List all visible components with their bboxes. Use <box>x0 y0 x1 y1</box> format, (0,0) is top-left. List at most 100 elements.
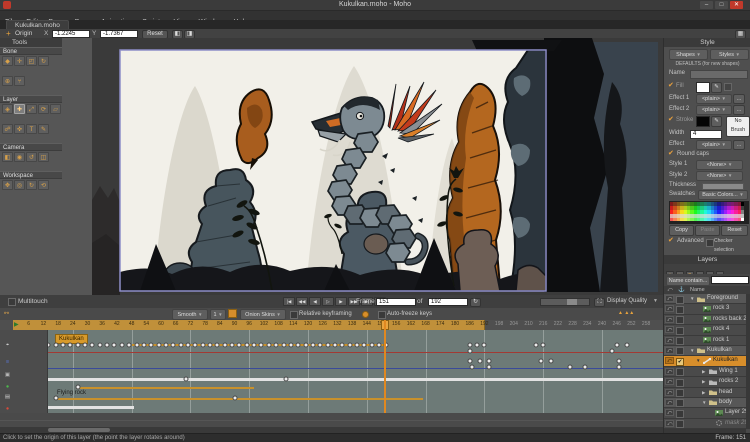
set-origin-tool[interactable]: ✜ <box>14 124 25 134</box>
bone-keyframe[interactable] <box>281 342 286 348</box>
origin-x-input[interactable]: -1.2245 <box>52 30 90 38</box>
bone-keyframe[interactable] <box>317 342 323 348</box>
zoom-workspace-tool[interactable]: ◎ <box>14 180 25 190</box>
jump-start-button[interactable]: |◀ <box>283 297 295 306</box>
layer-row-kukulkan[interactable]: ⤺ ✔ ▼ Kukulkan <box>664 356 746 367</box>
blue-channel-keyframe[interactable] <box>582 364 588 370</box>
layer-visibility-checkbox[interactable] <box>676 326 684 335</box>
reset-style-button[interactable]: Reset <box>721 225 748 236</box>
bone-keyframe[interactable] <box>97 342 103 348</box>
layer-row-body[interactable]: ⤺ ▼ body <box>664 397 746 409</box>
collapse-triangle-icon[interactable]: ▼ <box>690 346 694 355</box>
bone-keyframe[interactable] <box>229 342 235 348</box>
style2-dropdown[interactable]: <None> ▼ <box>696 171 743 181</box>
thickness-slider[interactable] <box>702 183 744 190</box>
bone-keyframe[interactable] <box>533 342 539 348</box>
bone-keyframe[interactable] <box>207 342 213 348</box>
layer-visibility-checkbox[interactable] <box>676 316 684 325</box>
viewport[interactable] <box>92 38 663 295</box>
link-icon[interactable]: ⚯ <box>4 310 9 317</box>
checker-selection-checkbox[interactable] <box>706 239 714 247</box>
bone-keyframe[interactable] <box>134 342 139 348</box>
flip-layer-icon[interactable]: ⤺ <box>665 419 674 427</box>
bone-keyframe[interactable] <box>540 342 546 348</box>
bone-keyframe[interactable] <box>481 342 487 348</box>
bone-keyframe[interactable] <box>474 342 480 348</box>
white-channel-keyframe[interactable] <box>283 376 289 382</box>
onion-skins-dropdown[interactable]: Onion Skins ▼ <box>240 309 286 320</box>
layer-row-rock-1[interactable]: ⤺ rock 1 <box>664 335 746 346</box>
bone-keyframe[interactable] <box>170 342 176 348</box>
stroke-checkbox[interactable]: ✔ <box>668 116 674 124</box>
bone-keyframe[interactable] <box>141 342 147 348</box>
timeline-ruler[interactable]: ▶ 6 12 18 24 30 36 42 48 54 60 66 72 78 84 90 96 102 108 1… <box>0 320 663 330</box>
bone-keyframe[interactable] <box>126 342 132 348</box>
switch-keyframe[interactable] <box>616 358 622 364</box>
stroke-effect-dropdown[interactable]: <plain> ▼ <box>696 140 732 150</box>
bone-keyframe[interactable] <box>614 342 620 348</box>
fill-checkbox[interactable]: ✔ <box>668 82 674 90</box>
effect2-options-button[interactable]: ... <box>733 105 745 115</box>
pan-tilt-camera-tool[interactable]: ◫ <box>38 152 49 162</box>
layer-visibility-checkbox[interactable] <box>676 337 684 346</box>
rotate-layer-tool[interactable]: ⟳ <box>38 104 49 114</box>
switch-keyframe[interactable] <box>467 358 473 364</box>
scale-bone-tool[interactable]: ◰ <box>26 56 37 66</box>
transform-layer-tool[interactable]: ◈ <box>2 104 13 114</box>
end-frame-input[interactable]: 192 <box>428 297 468 306</box>
pan-workspace-tool[interactable]: ✥ <box>2 180 13 190</box>
bone-keyframe[interactable] <box>258 342 264 348</box>
effect1-options-button[interactable]: ... <box>733 94 745 104</box>
bone-keyframe[interactable] <box>295 342 301 348</box>
blue-channel-keyframe[interactable] <box>567 364 573 370</box>
effect1-dropdown[interactable]: <plain> ▼ <box>696 94 732 104</box>
bone-keyframe[interactable] <box>288 342 294 348</box>
current-frame-input[interactable]: 151 <box>376 297 416 306</box>
layer-channel-icon[interactable]: ▤ <box>3 394 12 401</box>
switch-keyframe[interactable] <box>538 358 544 364</box>
maximize-button[interactable]: □ <box>715 1 728 9</box>
layer-row-layer-29[interactable]: ⤺ Layer 29 <box>664 408 746 419</box>
timeline-scrollbar-thumb[interactable] <box>48 428 110 432</box>
display-quality-arrow-icon[interactable]: ▼ <box>653 295 658 308</box>
collapse-triangle-icon[interactable]: ▼ <box>690 294 694 303</box>
flip-layer-icon[interactable]: ⤺ <box>665 409 674 417</box>
bone-keyframe[interactable] <box>75 342 81 348</box>
switch-channel-icon[interactable]: ≡ <box>3 359 12 366</box>
switch-keyframe[interactable] <box>477 358 482 364</box>
insert-text-tool[interactable]: T <box>26 124 37 134</box>
multitouch-checkbox[interactable] <box>8 298 16 306</box>
minimize-button[interactable]: – <box>700 1 713 9</box>
relative-keyframing-checkbox[interactable] <box>290 310 298 319</box>
layer-row-foreground[interactable]: ⤺ ▼ Foreground <box>664 294 746 305</box>
layer-row-wing-1[interactable]: ⤺ ▶ Wing 1 <box>664 366 746 378</box>
collapse-triangle-icon[interactable]: ▼ <box>696 356 700 365</box>
collapse-triangle-icon[interactable]: ▼ <box>702 398 706 407</box>
rotate-workspace-tool[interactable]: ↻ <box>26 180 37 190</box>
bone-keyframe[interactable] <box>624 342 629 348</box>
blue-channel-keyframe[interactable] <box>469 364 475 370</box>
expand-triangle-icon[interactable]: ▶ <box>702 388 705 397</box>
color-palette[interactable] <box>669 201 749 224</box>
track-camera-tool[interactable]: ◧ <box>2 152 13 162</box>
camera-channel-icon[interactable]: ▣ <box>3 372 12 379</box>
relative-keyframing-color-icon[interactable] <box>362 310 369 318</box>
segment-keyframe[interactable] <box>53 395 59 401</box>
bone-keyframe[interactable] <box>214 342 220 348</box>
bone-keyframe[interactable] <box>53 342 59 348</box>
bone-keyframe[interactable] <box>222 342 228 348</box>
blue-channel-keyframe[interactable] <box>486 364 492 370</box>
layer-filter-dropdown[interactable]: Name contain... ▼ <box>666 276 710 291</box>
flip-layer-icon[interactable]: ⤺ <box>665 398 674 406</box>
red-channel-keyframe[interactable] <box>609 348 615 354</box>
bone-keyframe[interactable] <box>251 342 257 348</box>
layer-row-rocks-back-2[interactable]: ⤺ rocks back 2 <box>664 314 746 326</box>
visibility-channel-icon[interactable]: ● <box>3 384 12 391</box>
no-brush-button[interactable]: No Brush <box>726 116 750 137</box>
blue-channel-keyframe[interactable] <box>616 364 622 370</box>
bone-keyframe[interactable] <box>467 342 473 348</box>
bone-keyframe[interactable] <box>354 342 360 348</box>
playback-start-marker[interactable]: ▶ <box>14 321 19 328</box>
styles-dropdown[interactable]: Styles ▼ <box>710 49 749 60</box>
origin-y-input[interactable]: -1.7367 <box>100 30 138 38</box>
